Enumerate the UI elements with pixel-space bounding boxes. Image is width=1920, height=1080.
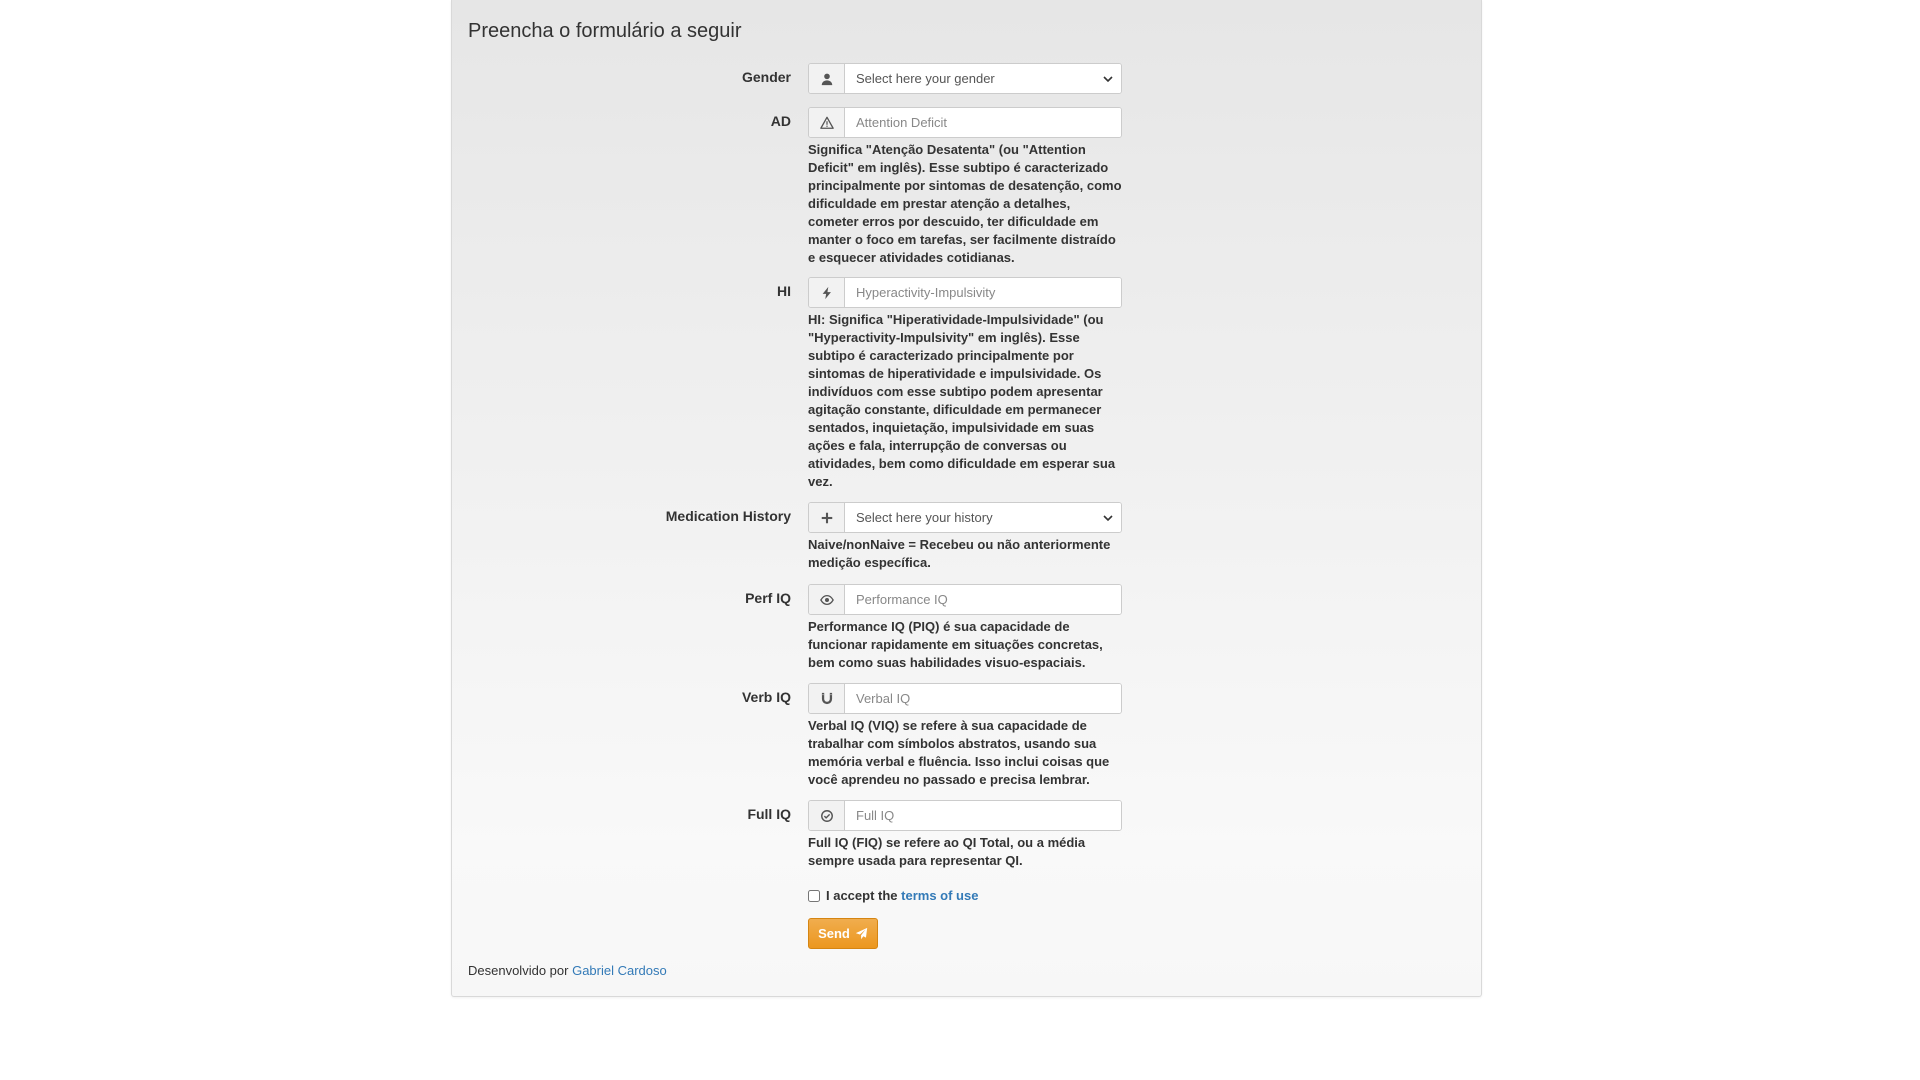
form-panel: Preencha o formulário a seguir Gender Se… (451, 0, 1482, 997)
verb-iq-input[interactable] (845, 684, 1121, 713)
footer: Desenvolvido por Gabriel Cardoso (468, 963, 667, 978)
send-icon (855, 927, 868, 940)
perf-iq-label: Perf IQ (745, 590, 791, 606)
footer-text: Desenvolvido por (468, 963, 569, 978)
gender-select[interactable]: Select here your gender (845, 64, 1121, 93)
full-iq-help-text: Full IQ (FIQ) se refere ao QI Total, ou … (808, 835, 1086, 868)
terms-link[interactable]: terms of use (901, 888, 978, 903)
plus-icon (809, 503, 845, 532)
eye-icon (809, 585, 845, 614)
terms-text: I accept the (826, 888, 898, 903)
verb-iq-label: Verb IQ (741, 689, 791, 705)
ad-label: AD (770, 113, 791, 129)
flash-icon (809, 278, 845, 307)
hi-input[interactable] (845, 278, 1121, 307)
medication-help-text: Naive/nonNaive = Recebeu ou não anterior… (808, 537, 1111, 570)
perf-iq-help-text: Performance IQ (PIQ) é sua capacidade de… (808, 619, 1103, 670)
send-button[interactable]: Send (808, 918, 878, 949)
perf-iq-input[interactable] (845, 585, 1121, 614)
hi-label: HI (777, 283, 791, 299)
warning-icon (809, 108, 845, 137)
check-circle-icon (809, 801, 845, 830)
ad-input[interactable] (845, 108, 1121, 137)
page-title: Preencha o formulário a seguir (468, 20, 742, 42)
full-iq-input[interactable] (845, 801, 1121, 830)
gender-label: Gender (741, 69, 791, 85)
medication-select[interactable]: Select here your history (845, 503, 1121, 532)
user-icon (809, 64, 845, 93)
terms-checkbox[interactable] (808, 889, 820, 902)
ad-help-text: Significa "Atenção Desatenta" (ou "Atten… (808, 142, 1122, 265)
terms-row: I accept the terms of use (808, 888, 978, 903)
send-label: Send (818, 926, 850, 941)
author-link[interactable]: Gabriel Cardoso (572, 963, 667, 978)
magnet-icon (809, 684, 845, 713)
medication-label: Medication History (665, 508, 791, 524)
verb-iq-help-text: Verbal IQ (VIQ) se refere à sua capacida… (808, 718, 1110, 787)
full-iq-label: Full IQ (747, 806, 791, 822)
hi-help-text: HI: Significa "Hiperatividade-Impulsivid… (808, 312, 1116, 489)
